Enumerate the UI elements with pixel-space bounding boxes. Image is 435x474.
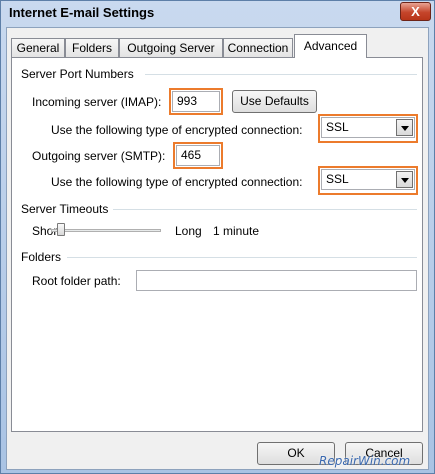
long-label: Long	[175, 224, 202, 238]
server-timeouts-heading: Server Timeouts	[21, 202, 109, 216]
incoming-server-label: Incoming server (IMAP):	[32, 95, 162, 109]
chevron-down-icon[interactable]	[396, 171, 413, 188]
timeout-slider-thumb[interactable]	[57, 223, 65, 236]
dialog-client: General Folders Outgoing Server Connecti…	[6, 27, 429, 470]
tab-connection[interactable]: Connection	[223, 38, 293, 57]
folders-heading: Folders	[21, 250, 62, 264]
group-divider	[113, 209, 417, 210]
group-divider	[145, 74, 417, 75]
outgoing-encryption-label: Use the following type of encrypted conn…	[51, 175, 303, 189]
group-divider	[67, 257, 417, 258]
tab-outgoing-server[interactable]: Outgoing Server	[119, 38, 223, 57]
timeout-slider-track[interactable]	[51, 229, 161, 232]
server-port-numbers-heading: Server Port Numbers	[21, 67, 134, 81]
timeout-value: 1 minute	[213, 224, 260, 238]
close-icon: X	[411, 4, 420, 19]
root-folder-input[interactable]	[136, 270, 417, 291]
watermark-text: RepairWin.com	[319, 454, 411, 468]
close-button[interactable]: X	[400, 2, 431, 21]
outgoing-encryption-value: SSL	[326, 172, 349, 186]
incoming-encryption-label: Use the following type of encrypted conn…	[51, 123, 303, 137]
incoming-port-input[interactable]: 993	[172, 91, 220, 112]
dialog-window: Internet E-mail Settings X General Folde…	[0, 0, 435, 474]
tab-general[interactable]: General	[11, 38, 65, 57]
tab-folders[interactable]: Folders	[65, 38, 119, 57]
tab-advanced[interactable]: Advanced	[294, 34, 367, 58]
outgoing-port-input[interactable]: 465	[176, 145, 220, 166]
root-folder-label: Root folder path:	[32, 274, 121, 288]
title-bar[interactable]: Internet E-mail Settings X	[1, 1, 434, 27]
incoming-encryption-select[interactable]: SSL	[321, 117, 415, 138]
window-title: Internet E-mail Settings	[9, 5, 155, 20]
outgoing-encryption-select[interactable]: SSL	[321, 169, 415, 190]
chevron-down-icon[interactable]	[396, 119, 413, 136]
outgoing-server-label: Outgoing server (SMTP):	[32, 149, 166, 163]
use-defaults-button[interactable]: Use Defaults	[232, 90, 317, 113]
incoming-encryption-value: SSL	[326, 120, 349, 134]
